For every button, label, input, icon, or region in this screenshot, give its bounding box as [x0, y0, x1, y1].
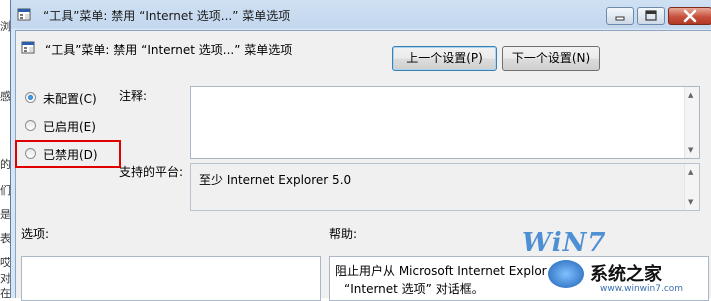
policy-title: “工具”菜单: 禁用 “Internet 选项...” 菜单选项	[45, 43, 293, 57]
radio-label: 未配置(C)	[43, 92, 97, 106]
comment-textarea[interactable]: ▲ ▼	[190, 86, 700, 159]
maximize-icon	[645, 10, 657, 21]
background-char: 在	[0, 287, 10, 300]
comment-scrollbar[interactable]: ▲ ▼	[684, 87, 699, 158]
platform-scrollbar[interactable]: ▲ ▼	[684, 164, 699, 210]
supported-platform-value: 至少 Internet Explorer 5.0	[199, 173, 352, 187]
scroll-down-icon[interactable]: ▼	[688, 198, 693, 206]
background-char: 们	[0, 184, 10, 197]
options-label: 选项:	[21, 227, 50, 241]
background-char: 表	[0, 232, 10, 245]
radio-button-checked[interactable]	[25, 92, 36, 103]
close-button[interactable]	[668, 7, 711, 25]
background-char: 浏	[0, 20, 10, 33]
help-label: 帮助:	[329, 227, 358, 241]
watermark-brand: WiN7	[522, 228, 607, 258]
highlight-box	[15, 140, 121, 168]
window-title: “工具”菜单: 禁用 “Internet 选项...” 菜单选项	[43, 9, 291, 23]
background-char: 的	[0, 158, 10, 171]
background-char: 感	[0, 90, 10, 103]
scroll-down-icon[interactable]: ▼	[688, 146, 693, 154]
scroll-up-icon[interactable]: ▲	[688, 168, 693, 176]
watermark-url: www.winwin7.com	[600, 284, 684, 294]
house-logo-icon	[548, 260, 584, 288]
help-text: “Internet 选项” 对话框。	[344, 282, 484, 296]
previous-setting-button[interactable]: 上一个设置(P)	[392, 46, 497, 71]
close-icon	[683, 9, 697, 23]
next-setting-button[interactable]: 下一个设置(N)	[502, 46, 600, 71]
background-char: 哎	[0, 256, 10, 269]
background-char: 是	[0, 208, 10, 221]
radio-label: 已启用(E)	[43, 120, 96, 134]
policy-setting-icon	[17, 8, 31, 21]
maximize-button[interactable]	[637, 7, 665, 25]
watermark-logo: WiN7 系统之家 www.winwin7.com	[522, 228, 711, 298]
help-text: 阻止用户从 Microsoft Internet Explor	[335, 264, 547, 278]
supported-platform-label: 支持的平台:	[119, 165, 184, 179]
supported-platform-field: 至少 Internet Explorer 5.0 ▲ ▼	[190, 163, 700, 211]
radio-button[interactable]	[25, 120, 36, 131]
policy-setting-icon	[21, 41, 35, 54]
scroll-up-icon[interactable]: ▲	[688, 91, 693, 99]
background-char: 对	[0, 272, 10, 285]
minimize-icon	[615, 16, 625, 21]
watermark-site-name: 系统之家	[590, 264, 662, 285]
comment-label: 注释:	[119, 89, 148, 103]
title-bar[interactable]: “工具”菜单: 禁用 “Internet 选项...” 菜单选项	[11, 0, 711, 30]
options-panel	[21, 256, 321, 301]
minimize-button[interactable]	[606, 7, 634, 25]
